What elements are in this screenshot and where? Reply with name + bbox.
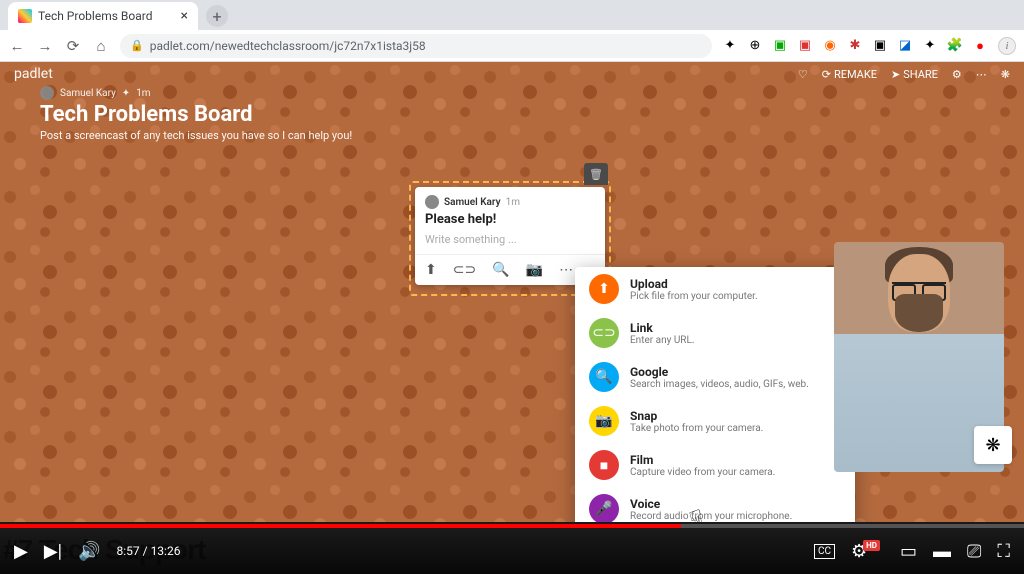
- ext-icon[interactable]: ◪: [897, 38, 913, 54]
- url-text: padlet.com/newedtechclassroom/jc72n7x1is…: [150, 39, 426, 53]
- board-author: Samuel Kary: [60, 88, 116, 99]
- voice-icon: 🎤: [589, 494, 619, 522]
- back-button[interactable]: ←: [8, 37, 26, 55]
- ext-icon[interactable]: ▣: [772, 38, 788, 54]
- lock-icon: 🔒: [130, 39, 144, 52]
- attach-option-snap[interactable]: 📷 SnapTake photo from your camera.: [575, 399, 855, 443]
- browser-tab-strip: Tech Problems Board × +: [0, 0, 1024, 30]
- video-time: 8:57 / 13:26: [117, 544, 181, 558]
- google-icon: 🔍: [589, 362, 619, 392]
- upload-icon[interactable]: ⬆: [425, 262, 437, 278]
- fullscreen-button[interactable]: ⛶: [997, 541, 1010, 562]
- search-icon[interactable]: 🔍: [492, 262, 509, 278]
- attach-option-film[interactable]: ■ FilmCapture video from your camera.: [575, 443, 855, 487]
- attach-title: Voice: [630, 497, 792, 511]
- board-title: Tech Problems Board: [40, 102, 984, 127]
- board-time: 1m: [136, 88, 150, 99]
- padlet-badge[interactable]: ❋: [974, 426, 1012, 464]
- padlet-board: padlet ♡ ⟳ REMAKE ➤ SHARE ⚙ ⋯ ❋ Samuel K…: [0, 62, 1024, 522]
- more-icon[interactable]: ⋯: [976, 68, 987, 81]
- settings-icon[interactable]: ⚙: [952, 68, 962, 81]
- next-button[interactable]: ▶|: [44, 541, 62, 562]
- attach-desc: Pick file from your computer.: [630, 291, 758, 302]
- attach-option-voice[interactable]: 🎤 VoiceRecord audio from your microphone.: [575, 487, 855, 522]
- home-button[interactable]: ⌂: [92, 37, 110, 55]
- post-time: 1m: [506, 197, 520, 208]
- camera-icon[interactable]: 📷: [526, 262, 543, 278]
- padlet-flower-icon[interactable]: ❋: [1001, 68, 1010, 81]
- ext-icon[interactable]: ✱: [847, 38, 863, 54]
- forward-button[interactable]: →: [36, 37, 54, 55]
- post-author: Samuel Kary: [444, 197, 501, 208]
- upload-icon: ⬆: [589, 274, 619, 304]
- share-button[interactable]: ➤ SHARE: [891, 68, 938, 81]
- attachment-menu: ⬆ UploadPick file from your computer. ⊂⊃ Li…: [575, 267, 855, 522]
- play-button[interactable]: ▶: [14, 541, 28, 562]
- post-title[interactable]: Please help!: [415, 212, 605, 233]
- new-tab-button[interactable]: +: [206, 5, 228, 27]
- ext-icon[interactable]: ▣: [872, 38, 888, 54]
- attach-desc: Take photo from your camera.: [630, 423, 763, 434]
- ext-icon[interactable]: 🧩: [947, 38, 963, 54]
- ext-icon[interactable]: ●: [972, 38, 988, 54]
- author-avatar: [40, 86, 54, 100]
- video-controls: ▶ ▶| 🔊 8:57 / 13:26 CC ⚙HD ▭ ▬ ⎚ ⛶: [0, 528, 1024, 574]
- address-bar[interactable]: 🔒 padlet.com/newedtechclassroom/jc72n7x1…: [120, 34, 712, 58]
- snap-icon: 📷: [589, 406, 619, 436]
- link-icon: ⊂⊃: [589, 318, 619, 348]
- board-header: Samuel Kary ✦ 1m Tech Problems Board Pos…: [0, 86, 1024, 148]
- attach-desc: Enter any URL.: [630, 335, 695, 346]
- attach-option-google[interactable]: 🔍 GoogleSearch images, videos, audio, GIF…: [575, 355, 855, 399]
- miniplayer-button[interactable]: ▭: [900, 541, 917, 562]
- ext-icon[interactable]: ✦: [922, 38, 938, 54]
- attach-title: Google: [630, 365, 809, 379]
- link-icon[interactable]: ⊂⊃: [453, 262, 476, 278]
- ext-icon[interactable]: ◉: [822, 38, 838, 54]
- cast-button[interactable]: ⎚: [967, 541, 981, 562]
- close-tab-icon[interactable]: ×: [181, 8, 188, 24]
- film-icon: ■: [589, 450, 619, 480]
- attach-desc: Record audio from your microphone.: [630, 511, 792, 522]
- ext-icon[interactable]: ⊕: [747, 38, 763, 54]
- attach-desc: Search images, videos, audio, GIFs, web.: [630, 379, 809, 390]
- ext-icon[interactable]: ✦: [722, 38, 738, 54]
- cc-button[interactable]: CC: [814, 544, 835, 559]
- more-attach-icon[interactable]: ⋯: [559, 262, 573, 278]
- padlet-top-bar: padlet ♡ ⟳ REMAKE ➤ SHARE ⚙ ⋯ ❋: [0, 62, 1024, 86]
- favicon: [18, 9, 32, 23]
- attach-title: Upload: [630, 277, 758, 291]
- attach-option-link[interactable]: ⊂⊃ LinkEnter any URL.: [575, 311, 855, 355]
- remake-button[interactable]: ⟳ REMAKE: [822, 68, 877, 81]
- like-button[interactable]: ♡: [798, 68, 808, 81]
- delete-post-button[interactable]: 🗑: [584, 163, 608, 185]
- theater-button[interactable]: ▬: [933, 541, 951, 562]
- browser-tab[interactable]: Tech Problems Board ×: [8, 2, 198, 30]
- settings-button[interactable]: ⚙HD: [851, 541, 884, 562]
- info-icon[interactable]: i: [998, 37, 1016, 55]
- padlet-logo[interactable]: padlet: [14, 66, 53, 82]
- attach-title: Snap: [630, 409, 763, 423]
- attach-desc: Capture video from your camera.: [630, 467, 775, 478]
- board-subtitle: Post a screencast of any tech issues you…: [40, 129, 984, 142]
- ext-icon[interactable]: ▣: [797, 38, 813, 54]
- post-body-input[interactable]: Write something ...: [415, 233, 605, 254]
- post-author-avatar: [425, 195, 439, 209]
- extension-icons: ✦ ⊕ ▣ ▣ ◉ ✱ ▣ ◪ ✦ 🧩 ●: [722, 38, 988, 54]
- browser-toolbar: ← → ⟳ ⌂ 🔒 padlet.com/newedtechclassroom/…: [0, 30, 1024, 62]
- attach-title: Film: [630, 453, 775, 467]
- tab-title: Tech Problems Board: [38, 9, 152, 23]
- attach-option-upload[interactable]: ⬆ UploadPick file from your computer.: [575, 267, 855, 311]
- reload-button[interactable]: ⟳: [64, 37, 82, 55]
- volume-button[interactable]: 🔊: [78, 541, 100, 562]
- attach-title: Link: [630, 321, 695, 335]
